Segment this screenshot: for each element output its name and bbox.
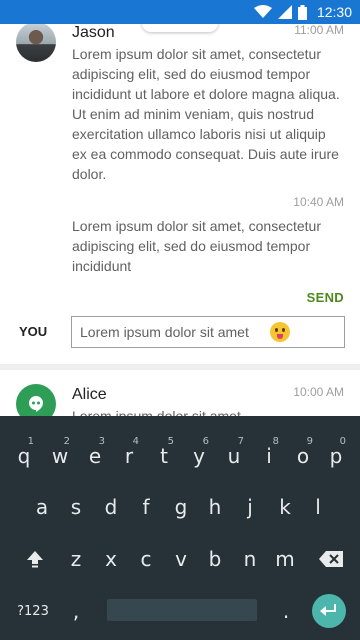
backspace-icon xyxy=(319,551,343,567)
message-text: Lorem ipsum dolor sit amet, consectetur … xyxy=(72,46,340,182)
key-label: r xyxy=(124,444,134,468)
message-time: 10:00 AM xyxy=(293,385,344,399)
key-label: u xyxy=(227,444,241,468)
message-text: Lorem ipsum dolor sit amet, consectetur … xyxy=(72,218,321,274)
keyboard: q1 w2 e3 r4 t5 y6 u7 i8 o9 p0 a s d f g … xyxy=(0,416,360,640)
key-d[interactable]: d xyxy=(95,489,127,525)
key-label: i xyxy=(266,444,272,468)
key-l[interactable]: l xyxy=(302,489,334,525)
key-k[interactable]: k xyxy=(269,489,301,525)
send-button[interactable]: SEND xyxy=(307,290,344,305)
key-a[interactable]: a xyxy=(26,489,58,525)
symbols-key[interactable]: ?123 xyxy=(12,593,54,629)
key-hint: 9 xyxy=(306,436,313,447)
key-hint: 5 xyxy=(167,436,174,447)
status-icons xyxy=(253,4,307,20)
enter-icon xyxy=(320,604,336,616)
key-n[interactable]: n xyxy=(234,541,266,577)
key-label: y xyxy=(193,444,205,468)
key-label: q xyxy=(17,444,31,468)
key-label: p xyxy=(329,444,343,468)
backspace-key[interactable] xyxy=(314,541,348,577)
key-m[interactable]: m xyxy=(269,541,301,577)
period-key[interactable]: . xyxy=(270,593,302,629)
key-o[interactable]: o9 xyxy=(287,436,319,474)
battery-icon xyxy=(297,4,307,20)
contact-name: Jason xyxy=(72,24,115,41)
key-hint: 7 xyxy=(237,436,244,447)
key-q[interactable]: q1 xyxy=(8,436,40,474)
you-label: YOU xyxy=(19,324,48,339)
key-e[interactable]: e3 xyxy=(79,436,111,474)
status-time: 12:30 xyxy=(316,4,352,20)
key-c[interactable]: c xyxy=(130,541,162,577)
thread-divider xyxy=(0,364,360,370)
key-s[interactable]: s xyxy=(60,489,92,525)
reply-input-value: Lorem ipsum dolor sit amet xyxy=(80,324,249,340)
message-text: Lorem ipsum dolor sit amet xyxy=(72,408,241,416)
keyboard-row-3: z x c v b n m xyxy=(0,541,360,577)
key-h[interactable]: h xyxy=(199,489,231,525)
key-hint: 1 xyxy=(27,436,34,447)
key-hint: 4 xyxy=(132,436,139,447)
key-hint: 3 xyxy=(98,436,105,447)
key-r[interactable]: r4 xyxy=(113,436,145,474)
key-f[interactable]: f xyxy=(130,489,162,525)
keyboard-row-2: a s d f g h j k l xyxy=(0,489,360,525)
key-label: o xyxy=(296,444,310,468)
key-label: w xyxy=(51,444,69,468)
key-hint: 2 xyxy=(63,436,70,447)
key-w[interactable]: w2 xyxy=(44,436,76,474)
emoji-icon xyxy=(270,322,290,342)
avatar-jason[interactable] xyxy=(16,22,56,62)
cellular-icon xyxy=(277,5,292,19)
wifi-icon xyxy=(253,5,272,18)
key-hint: 0 xyxy=(339,436,346,447)
screen: 12:30 Jason 11:00 AM Lorem ipsum dolor s… xyxy=(0,0,360,640)
key-v[interactable]: v xyxy=(165,541,197,577)
key-hint: 8 xyxy=(272,436,279,447)
shift-key[interactable] xyxy=(18,541,52,577)
key-hint: 6 xyxy=(202,436,209,447)
reply-input[interactable]: Lorem ipsum dolor sit amet xyxy=(71,316,345,348)
key-b[interactable]: b xyxy=(199,541,231,577)
key-g[interactable]: g xyxy=(165,489,197,525)
status-bar: 12:30 xyxy=(0,0,360,24)
key-t[interactable]: t5 xyxy=(148,436,180,474)
key-label: e xyxy=(88,444,102,468)
keyboard-row-1: q1 w2 e3 r4 t5 y6 u7 i8 o9 p0 xyxy=(0,436,360,474)
key-u[interactable]: u7 xyxy=(218,436,250,474)
enter-key[interactable] xyxy=(312,594,346,628)
key-label: t xyxy=(160,444,168,468)
message-time: 10:40 AM xyxy=(293,195,344,209)
key-y[interactable]: y6 xyxy=(183,436,215,474)
key-j[interactable]: j xyxy=(234,489,266,525)
comma-key[interactable]: , xyxy=(60,593,92,629)
spacebar[interactable] xyxy=(107,599,257,621)
key-z[interactable]: z xyxy=(60,541,92,577)
message-time: 11:00 AM xyxy=(294,23,344,37)
shift-icon xyxy=(27,551,43,568)
contact-name: Alice xyxy=(72,386,107,403)
key-p[interactable]: p0 xyxy=(320,436,352,474)
hangouts-icon xyxy=(29,396,43,412)
key-i[interactable]: i8 xyxy=(253,436,285,474)
key-x[interactable]: x xyxy=(95,541,127,577)
